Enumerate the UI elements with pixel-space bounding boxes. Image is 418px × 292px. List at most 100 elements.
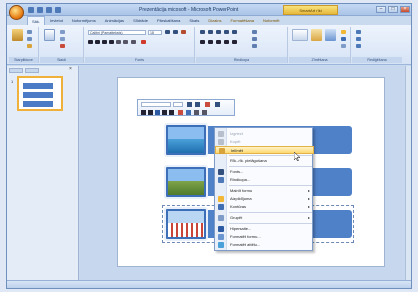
replace-icon[interactable] xyxy=(356,37,361,41)
shadow-icon[interactable] xyxy=(116,40,121,44)
tab-arrange[interactable]: Noformēt xyxy=(259,16,283,25)
tab-smartart-format[interactable]: Formatēšana xyxy=(226,16,258,25)
slides-tab[interactable] xyxy=(9,67,23,73)
picture-placeholder[interactable] xyxy=(164,165,208,199)
bold-icon[interactable] xyxy=(141,110,146,115)
minimize-icon[interactable]: – xyxy=(376,6,386,13)
menu-item-copy[interactable]: Kopēt xyxy=(215,138,314,146)
vertical-scrollbar[interactable] xyxy=(405,66,411,282)
menu-item-cut[interactable]: Izgriezt xyxy=(215,130,314,138)
grow-font-icon[interactable] xyxy=(165,30,170,34)
shape-fill-icon[interactable] xyxy=(341,30,346,34)
layout-icon[interactable] xyxy=(60,30,65,34)
tab-home[interactable]: Sāk. xyxy=(27,16,46,25)
powerpoint-window: Prezentācija micosoft - Microsoft PowerP… xyxy=(6,3,412,289)
menu-item-format-shape[interactable]: Formatēt formu... xyxy=(215,233,314,241)
menu-item-hyperlink[interactable]: Hipersaite... xyxy=(215,225,314,233)
format-painter-icon[interactable] xyxy=(215,102,220,107)
outline-tab[interactable] xyxy=(25,67,39,73)
thumb-shape xyxy=(23,101,53,107)
justify-icon[interactable] xyxy=(224,40,229,44)
smartart-tools-label: SmartArt rīki xyxy=(283,5,338,15)
indent-icon[interactable] xyxy=(202,110,207,115)
shrink-font-icon[interactable] xyxy=(195,102,200,107)
convert-smartart-icon[interactable] xyxy=(252,44,257,48)
redo-icon[interactable] xyxy=(46,7,52,13)
underline-icon[interactable] xyxy=(102,40,107,44)
slide-thumbnail[interactable] xyxy=(17,76,63,111)
tab-design[interactable]: Noformējums xyxy=(68,16,100,25)
outline-icon[interactable] xyxy=(186,110,191,115)
align-center-icon[interactable] xyxy=(208,40,213,44)
bold-icon[interactable] xyxy=(88,40,93,44)
maximize-icon[interactable]: □ xyxy=(388,6,398,13)
mini-font-combo[interactable] xyxy=(141,102,171,107)
cut-icon[interactable] xyxy=(27,30,32,34)
font-name-combo[interactable]: Calibri (Pamatteksts) xyxy=(88,30,146,35)
group-label: Fonts xyxy=(85,57,194,63)
quick-styles-icon[interactable] xyxy=(325,29,336,41)
align-right-icon[interactable] xyxy=(162,110,167,115)
picture-placeholder[interactable] xyxy=(164,123,208,157)
font-size-combo[interactable]: 18 xyxy=(148,30,162,35)
spacing-icon[interactable] xyxy=(123,40,128,44)
shape-outline-icon[interactable] xyxy=(341,37,346,41)
tab-view[interactable]: Skats xyxy=(185,16,203,25)
align-right-icon[interactable] xyxy=(216,40,221,44)
decrease-indent-icon[interactable] xyxy=(216,30,221,34)
justify-icon[interactable] xyxy=(169,110,174,115)
close-icon[interactable]: × xyxy=(400,6,410,13)
align-left-icon[interactable] xyxy=(200,40,205,44)
menu-item-paragraph[interactable]: Rindkopa... xyxy=(215,176,314,184)
menu-item-font[interactable]: Fonts... xyxy=(215,168,314,176)
change-case-icon[interactable] xyxy=(131,40,136,44)
font-color-icon[interactable] xyxy=(205,102,210,107)
arrange-icon[interactable] xyxy=(311,29,322,41)
copy-icon[interactable] xyxy=(27,37,32,41)
strikethrough-icon[interactable] xyxy=(109,40,114,44)
picture-placeholder[interactable] xyxy=(164,207,208,241)
new-slide-icon[interactable] xyxy=(44,29,55,41)
columns-icon[interactable] xyxy=(232,40,237,44)
shrink-font-icon[interactable] xyxy=(173,30,178,34)
italic-icon[interactable] xyxy=(148,110,153,115)
mini-size-combo[interactable] xyxy=(173,102,183,107)
reset-icon[interactable] xyxy=(60,37,65,41)
text-direction-icon[interactable] xyxy=(252,30,257,34)
undo-icon[interactable] xyxy=(37,7,43,13)
menu-item-format-picture[interactable]: Formatēt attēlu... xyxy=(215,241,314,249)
tab-slideshow[interactable]: Slīdrāde xyxy=(129,16,152,25)
format-painter-icon[interactable] xyxy=(27,44,32,48)
clear-format-icon[interactable] xyxy=(181,30,186,34)
align-text-icon[interactable] xyxy=(252,37,257,41)
select-icon[interactable] xyxy=(356,44,361,48)
text-highlight-icon[interactable] xyxy=(178,110,183,115)
save-icon[interactable] xyxy=(28,7,34,13)
numbering-icon[interactable] xyxy=(208,30,213,34)
menu-item-outline[interactable]: Kontūras ▸ xyxy=(215,203,314,211)
find-icon[interactable] xyxy=(356,30,361,34)
menu-item-group[interactable]: Grupēt ▸ xyxy=(215,214,314,222)
status-bar xyxy=(7,280,411,288)
customize-qat-icon[interactable] xyxy=(55,7,61,13)
bullets-icon[interactable] xyxy=(200,30,205,34)
tab-insert[interactable]: Ievietot xyxy=(46,16,67,25)
paste-icon[interactable] xyxy=(12,29,23,41)
tab-smartart-design[interactable]: Dizains xyxy=(204,16,225,25)
grow-font-icon[interactable] xyxy=(187,102,192,107)
align-center-icon[interactable] xyxy=(155,110,160,115)
office-button-icon[interactable] xyxy=(9,5,24,20)
line-spacing-icon[interactable] xyxy=(232,30,237,34)
bullets-icon[interactable] xyxy=(194,110,199,115)
font-color-icon[interactable] xyxy=(141,40,146,44)
shape-effects-icon[interactable] xyxy=(341,44,346,48)
tab-animations[interactable]: Animācijas xyxy=(101,16,128,25)
increase-indent-icon[interactable] xyxy=(224,30,229,34)
menu-item-fill[interactable]: Aizpildījuma ▸ xyxy=(215,195,314,203)
shapes-icon[interactable] xyxy=(292,29,308,41)
tab-review[interactable]: Pārskatīšana xyxy=(153,16,184,25)
menu-item-change-shape[interactable]: Mainīt formu ▸ xyxy=(215,187,314,195)
italic-icon[interactable] xyxy=(95,40,100,44)
pane-close-icon[interactable]: × xyxy=(69,67,74,72)
delete-slide-icon[interactable] xyxy=(60,44,65,48)
